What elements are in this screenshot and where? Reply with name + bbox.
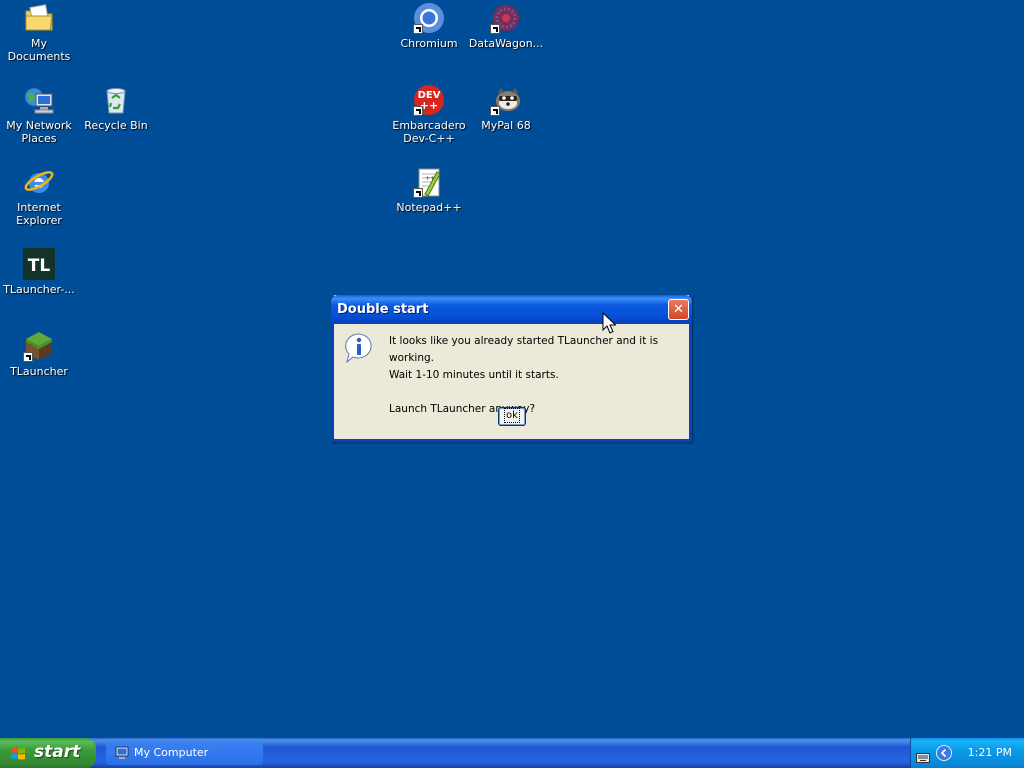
my-documents-shortcut[interactable]: My Documents bbox=[0, 2, 78, 63]
notepadpp-label: Notepad++ bbox=[396, 201, 462, 214]
dialog-title: Double start bbox=[337, 302, 429, 317]
chromium-shortcut[interactable]: Chromium bbox=[390, 2, 468, 50]
desktop: My Documents My Network Places Recycle B… bbox=[0, 0, 1024, 738]
recycle-bin-label: Recycle Bin bbox=[84, 119, 148, 132]
message-line-2: Wait 1-10 minutes until it starts. bbox=[389, 369, 559, 381]
shortcut-arrow-icon bbox=[490, 24, 500, 34]
dialog-body: It looks like you already started TLaunc… bbox=[334, 324, 689, 439]
taskbar-item-my-computer[interactable]: My Computer bbox=[106, 741, 263, 765]
notepadpp-icon: ++ bbox=[413, 166, 445, 198]
info-icon bbox=[343, 332, 375, 364]
tlauncher-installer-label: TLauncher-... bbox=[3, 283, 75, 296]
chromium-icon bbox=[413, 2, 445, 34]
datawagon-label: DataWagon... bbox=[468, 37, 544, 50]
datawagon-shortcut[interactable]: DataWagon... bbox=[467, 2, 545, 50]
ok-button-label: ok bbox=[504, 408, 520, 423]
recycle-bin-icon bbox=[100, 84, 132, 116]
keyboard-icon[interactable] bbox=[916, 748, 930, 763]
svg-text:++: ++ bbox=[425, 175, 435, 182]
system-tray: 1:21 PM bbox=[910, 738, 1024, 768]
close-button[interactable]: ✕ bbox=[668, 299, 689, 320]
ok-button[interactable]: ok bbox=[498, 407, 526, 426]
taskbar: start My Computer 1:21 PM bbox=[0, 738, 1024, 768]
mypal-label: MyPal 68 bbox=[481, 119, 531, 132]
dialog-message: It looks like you already started TLaunc… bbox=[389, 333, 689, 418]
tlauncher-shortcut[interactable]: TLauncher bbox=[0, 330, 78, 378]
tlauncher-installer-shortcut[interactable]: TL TLauncher-... bbox=[0, 248, 78, 296]
start-label: start bbox=[34, 742, 81, 762]
tl-logo-text: TL bbox=[28, 256, 51, 276]
taskbar-item-label: My Computer bbox=[134, 746, 209, 759]
recycle-bin-shortcut[interactable]: Recycle Bin bbox=[77, 84, 155, 132]
embarcadero-devcpp-shortcut[interactable]: DEV ++ Embarcadero Dev-C++ bbox=[390, 84, 468, 145]
tlauncher-label: TLauncher bbox=[10, 365, 68, 378]
message-line-3: Launch TLauncher anyway? bbox=[389, 403, 536, 415]
shortcut-arrow-icon bbox=[413, 188, 423, 198]
datawagon-icon bbox=[490, 2, 522, 34]
ie-icon bbox=[23, 166, 55, 198]
clock[interactable]: 1:21 PM bbox=[968, 746, 1012, 759]
windows-flag-icon bbox=[10, 746, 26, 760]
mypal-icon bbox=[490, 84, 522, 116]
mypal-shortcut[interactable]: MyPal 68 bbox=[467, 84, 545, 132]
double-start-dialog: Double start ✕ It looks like you already… bbox=[331, 295, 692, 442]
chevron-icon[interactable] bbox=[936, 745, 952, 761]
message-line-1: It looks like you already started TLaunc… bbox=[389, 335, 659, 364]
dialog-title-bar[interactable]: Double start ✕ bbox=[331, 295, 692, 324]
shortcut-arrow-icon bbox=[490, 106, 500, 116]
my-network-places-shortcut[interactable]: My Network Places bbox=[0, 84, 78, 145]
embarcadero-label: Embarcadero Dev-C++ bbox=[392, 119, 466, 145]
mouse-cursor-icon bbox=[602, 311, 617, 334]
shortcut-arrow-icon bbox=[413, 106, 423, 116]
close-icon: ✕ bbox=[673, 302, 684, 317]
shortcut-arrow-icon bbox=[413, 24, 423, 34]
notepadpp-shortcut[interactable]: ++ Notepad++ bbox=[390, 166, 468, 214]
computer-icon bbox=[114, 745, 130, 761]
start-button[interactable]: start bbox=[0, 738, 96, 768]
internet-explorer-label: Internet Explorer bbox=[16, 201, 62, 227]
chromium-label: Chromium bbox=[400, 37, 458, 50]
devcpp-icon: DEV ++ bbox=[413, 84, 445, 116]
my-documents-label: My Documents bbox=[7, 37, 71, 63]
internet-explorer-shortcut[interactable]: Internet Explorer bbox=[0, 166, 78, 227]
grass-block-icon bbox=[23, 330, 55, 362]
folder-icon bbox=[23, 2, 55, 34]
my-network-places-label: My Network Places bbox=[6, 119, 72, 145]
tl-icon: TL bbox=[23, 248, 55, 280]
shortcut-arrow-icon bbox=[23, 352, 33, 362]
network-icon bbox=[23, 84, 55, 116]
